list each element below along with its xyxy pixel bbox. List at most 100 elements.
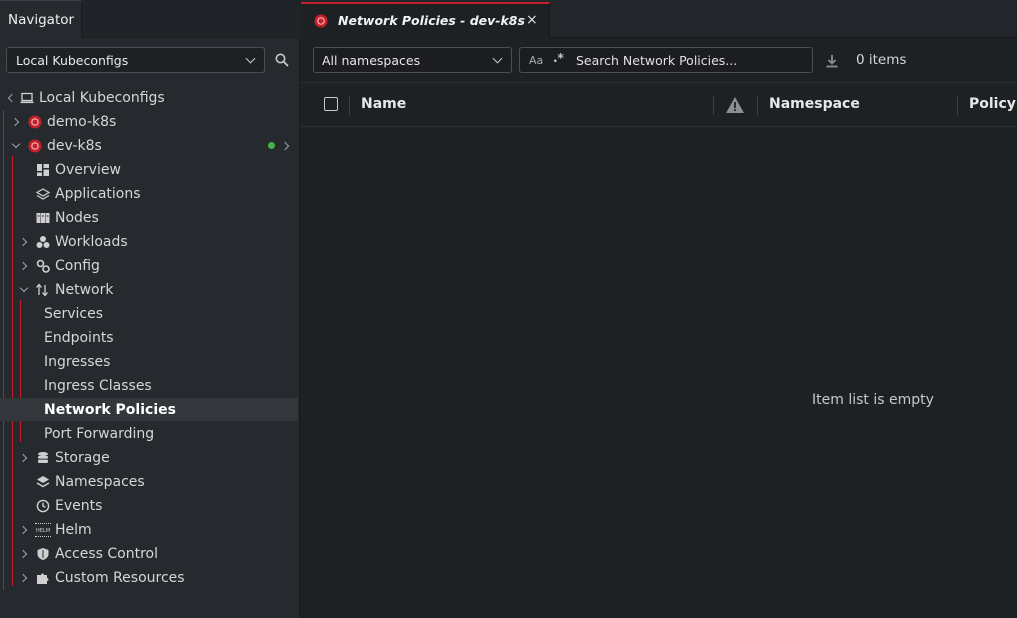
tab-network-policies[interactable]: Network Policies - dev-k8s × — [301, 2, 550, 38]
nodes-icon — [36, 213, 50, 223]
sidebar-item-label: Network Policies — [44, 402, 176, 418]
sidebar-item-label: Storage — [55, 450, 110, 466]
namespace-select-value: All namespaces — [322, 53, 421, 68]
chevron-right-icon[interactable] — [280, 141, 290, 151]
sidebar-item-label: Workloads — [55, 234, 128, 250]
search-box: Aa .* — [519, 47, 813, 73]
sidebar-item-label: Custom Resources — [55, 570, 185, 586]
sidebar-item-network[interactable]: Network — [0, 278, 298, 302]
match-case-toggle[interactable]: Aa — [529, 54, 543, 67]
column-divider[interactable] — [957, 96, 958, 115]
cluster-label: dev-k8s — [47, 138, 102, 154]
workloads-icon — [36, 236, 50, 248]
tab-navigator[interactable]: Navigator — [0, 0, 82, 38]
sidebar-item-label: Services — [44, 306, 104, 322]
sidebar-item-storage[interactable]: Storage — [0, 446, 298, 470]
chevron-right-icon — [18, 453, 28, 463]
search-input[interactable] — [576, 48, 806, 72]
list-toolbar: All namespaces Aa .* 0 items — [301, 38, 1017, 83]
sidebar-item-endpoints[interactable]: Endpoints — [0, 326, 298, 350]
sidebar-item-ingresses[interactable]: Ingresses — [0, 350, 298, 374]
chevron-right-icon — [18, 525, 28, 535]
sidebar-item-label: Overview — [55, 162, 121, 178]
regex-toggle[interactable]: .* — [553, 51, 564, 65]
kubeconfig-select-value: Local Kubeconfigs — [16, 53, 129, 68]
chevron-down-icon — [245, 53, 256, 64]
config-icon — [36, 259, 50, 273]
items-count: 0 items — [856, 52, 907, 68]
column-divider[interactable] — [757, 96, 758, 115]
sidebar-item-custom-resources[interactable]: Custom Resources — [0, 566, 298, 590]
cluster-label: demo-k8s — [47, 114, 117, 130]
layers-icon — [36, 476, 50, 488]
chevron-right-icon — [18, 237, 28, 247]
sidebar-item-label: Endpoints — [44, 330, 114, 346]
sidebar-item-namespaces[interactable]: Namespaces — [0, 470, 298, 494]
tab-title: Network Policies - dev-k8s — [338, 13, 525, 28]
sidebar-item-applications[interactable]: Applications — [0, 182, 298, 206]
sidebar-item-config[interactable]: Config — [0, 254, 298, 278]
empty-list-message: Item list is empty — [812, 392, 934, 408]
tree-root-label: Local Kubeconfigs — [39, 90, 165, 106]
sidebar-item-overview[interactable]: Overview — [0, 158, 298, 182]
sidebar-item-label: Access Control — [55, 546, 158, 562]
column-header-policy-types[interactable]: Policy T — [969, 96, 1017, 112]
warning-icon — [726, 97, 744, 113]
namespace-select[interactable]: All namespaces — [313, 47, 512, 73]
sidebar-item-access-control[interactable]: Access Control — [0, 542, 298, 566]
sidebar-item-label: Applications — [55, 186, 141, 202]
kubernetes-icon — [28, 115, 42, 129]
puzzle-icon — [37, 573, 49, 584]
chevron-down-icon — [492, 53, 503, 64]
select-all-checkbox[interactable] — [324, 97, 338, 111]
cluster-item-dev-k8s[interactable]: dev-k8s — [0, 134, 298, 158]
sidebar-item-label: Ingress Classes — [44, 378, 152, 394]
dashboard-icon — [37, 164, 49, 176]
navigator-tab-label: Navigator — [8, 12, 75, 28]
chevron-right-icon — [18, 573, 28, 583]
clock-icon — [36, 499, 50, 513]
main-panel: Network Policies - dev-k8s × All namespa… — [301, 0, 1017, 618]
sidebar-item-label: Namespaces — [55, 474, 145, 490]
laptop-icon — [20, 92, 34, 104]
search-icon[interactable] — [275, 53, 289, 67]
sidebar-item-helm[interactable]: HELM Helm — [0, 518, 298, 542]
helm-icon: HELM — [35, 523, 51, 537]
sidebar-item-label: Ingresses — [44, 354, 111, 370]
document-tabbar: Network Policies - dev-k8s × — [301, 0, 1017, 38]
close-icon[interactable]: × — [526, 12, 538, 28]
cluster-item-demo-k8s[interactable]: demo-k8s — [0, 110, 298, 134]
table-header: Name Namespace Policy T — [301, 84, 1017, 127]
sidebar-item-network-policies[interactable]: Network Policies — [0, 398, 298, 422]
sidebar-item-workloads[interactable]: Workloads — [0, 230, 298, 254]
sidebar-item-ingress-classes[interactable]: Ingress Classes — [0, 374, 298, 398]
column-header-namespace[interactable]: Namespace — [769, 96, 860, 112]
column-header-name[interactable]: Name — [361, 96, 406, 112]
kubernetes-icon — [314, 14, 328, 28]
navigator-sidebar: Navigator Local Kubeconfigs Local Kubeco… — [0, 0, 300, 618]
chevron-right-icon — [18, 549, 28, 559]
chevron-right-icon — [10, 117, 20, 127]
kubernetes-icon — [28, 139, 42, 153]
sidebar-item-label: Helm — [55, 522, 92, 538]
chevron-right-icon — [18, 261, 28, 271]
navigator-tabbar: Navigator — [0, 0, 300, 38]
chevron-left-icon — [7, 93, 17, 103]
sidebar-item-label: Nodes — [55, 210, 99, 226]
swap-vertical-icon — [36, 283, 48, 297]
sidebar-item-port-forwarding[interactable]: Port Forwarding — [0, 422, 298, 446]
sidebar-item-label: Events — [55, 498, 103, 514]
kubeconfig-select[interactable]: Local Kubeconfigs — [6, 47, 265, 73]
sidebar-item-label: Config — [55, 258, 100, 274]
download-icon[interactable] — [825, 54, 839, 68]
sidebar-item-nodes[interactable]: Nodes — [0, 206, 298, 230]
shield-icon — [37, 548, 49, 560]
column-divider[interactable] — [713, 96, 714, 115]
sidebar-item-events[interactable]: Events — [0, 494, 298, 518]
tree-root-local-kubeconfigs[interactable]: Local Kubeconfigs — [0, 86, 298, 110]
sidebar-item-services[interactable]: Services — [0, 302, 298, 326]
cluster-status-indicator — [268, 142, 275, 149]
sidebar-item-label: Port Forwarding — [44, 426, 155, 442]
chevron-down-icon — [11, 139, 21, 149]
sidebar-item-label: Network — [55, 282, 114, 298]
